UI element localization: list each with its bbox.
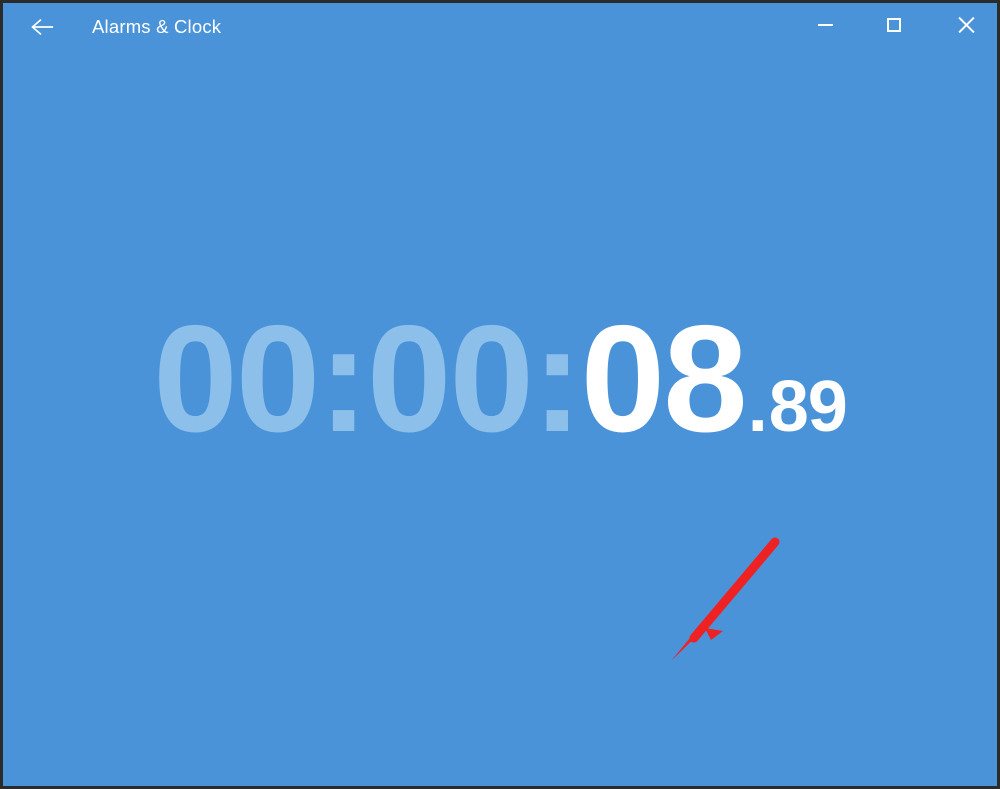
maximize-icon: [887, 18, 901, 32]
window-title: Alarms & Clock: [92, 16, 222, 37]
minimize-button[interactable]: [802, 3, 848, 47]
close-button[interactable]: [943, 3, 989, 47]
stopwatch-separator-2: :: [531, 294, 583, 464]
stopwatch-minutes: 00: [366, 294, 534, 464]
stopwatch-display: 00 : 00 : 08 . 89: [3, 303, 997, 473]
back-arrow-icon: [30, 17, 56, 37]
stopwatch-decimal-point: .: [747, 367, 768, 447]
stopwatch-hours: 00: [153, 294, 320, 464]
maximize-button[interactable]: [871, 3, 917, 47]
stopwatch-separator-1: :: [318, 294, 369, 464]
back-button[interactable]: [20, 9, 66, 45]
title-bar: Alarms & Clock: [3, 3, 997, 51]
stopwatch-centiseconds: 89: [768, 367, 848, 447]
minimize-icon: [817, 24, 833, 26]
stopwatch-seconds: 08: [580, 294, 748, 464]
controls-bar: [3, 639, 997, 745]
alarms-and-clock-window: Alarms & Clock 00 : 00 : 08 . 89: [0, 0, 1000, 789]
close-icon: [957, 16, 975, 34]
